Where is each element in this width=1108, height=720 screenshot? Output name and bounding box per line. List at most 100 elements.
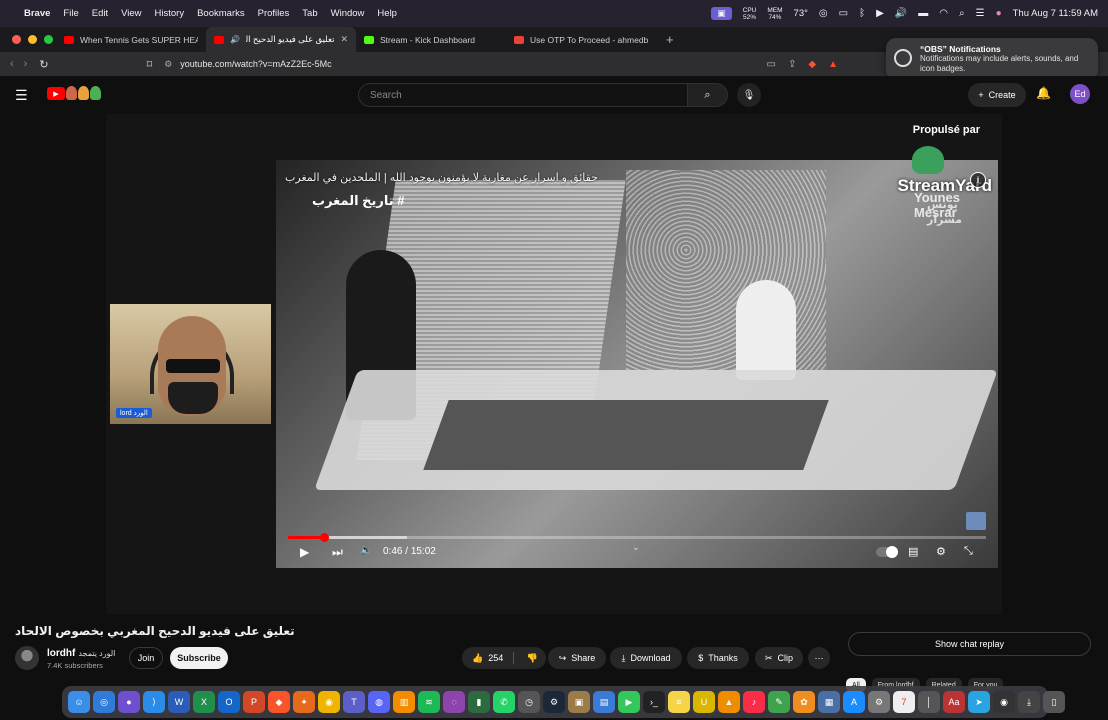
menubar-clock[interactable]: Thu Aug 7 11:59 AM <box>1013 8 1098 19</box>
menu-file[interactable]: File <box>63 8 78 19</box>
youtube-doodle-logo[interactable] <box>66 86 101 100</box>
compass-icon[interactable]: ◎ <box>819 8 828 19</box>
clip-button[interactable]: ✂ Clip <box>755 647 803 669</box>
battery-icon[interactable]: ▬ <box>918 8 928 19</box>
channel-avatar[interactable] <box>15 646 39 670</box>
settings-gear-icon[interactable]: ⚙ <box>936 545 946 558</box>
teams-icon[interactable]: T <box>343 691 365 713</box>
show-chat-replay-button[interactable]: Show chat replay <box>848 632 1091 656</box>
powerpoint-icon[interactable]: P <box>243 691 265 713</box>
mem-stat[interactable]: MEM 74% <box>767 7 782 21</box>
menu-profiles[interactable]: Profiles <box>258 8 290 19</box>
trash-icon[interactable]: ▯ <box>1043 691 1065 713</box>
new-tab-button[interactable]: + <box>666 32 674 47</box>
more-actions-button[interactable]: ⋯ <box>808 647 830 669</box>
share-page-icon[interactable]: ⇪ <box>788 59 796 70</box>
hamburger-menu-icon[interactable]: ☰ <box>15 87 28 104</box>
subtitles-button[interactable]: ▤ <box>908 545 918 558</box>
close-tab-icon[interactable]: ✕ <box>340 34 348 45</box>
minimize-window-button[interactable] <box>28 35 37 44</box>
info-icon[interactable]: i <box>970 172 986 188</box>
share-button[interactable]: ↪ Share <box>548 647 606 669</box>
system-settings-icon[interactable]: ⚙ <box>868 691 890 713</box>
control-center-icon[interactable]: ☰ <box>976 8 985 19</box>
tab-current-video[interactable]: 🔊 تعليق على فيديو الدحيح المغربي ✕ <box>206 27 356 52</box>
mute-button[interactable]: 🔈 <box>360 545 372 556</box>
brave-icon[interactable]: ◆ <box>268 691 290 713</box>
spotlight-search-icon[interactable]: ⌕ <box>959 8 965 19</box>
reload-button[interactable]: ↻ <box>39 58 48 71</box>
wifi-icon[interactable]: ◠ <box>939 8 948 19</box>
tab-tennis[interactable]: When Tennis Gets SUPER HEATED <box>56 27 206 52</box>
whatsapp-icon[interactable]: ✆ <box>493 691 515 713</box>
chevron-down-icon[interactable]: ⌄ <box>632 542 640 553</box>
tab-gmail-otp[interactable]: Use OTP To Proceed - ahmedbou <box>506 27 656 52</box>
steam-icon[interactable]: ⚙ <box>543 691 565 713</box>
bluetooth-icon[interactable]: ᛒ <box>859 8 865 19</box>
podcasts-icon[interactable]: ◌ <box>443 691 465 713</box>
obs-notification-toast[interactable]: “OBS” Notifications Notifications may in… <box>886 38 1098 80</box>
thanks-button[interactable]: $ Thanks <box>687 647 749 669</box>
terminal-green-icon[interactable]: ▮ <box>468 691 490 713</box>
discord-icon[interactable]: ◍ <box>368 691 390 713</box>
telegram-icon[interactable]: ➤ <box>968 691 990 713</box>
next-button[interactable]: ⏭ <box>332 545 343 560</box>
play-button[interactable]: ▶ <box>300 545 309 559</box>
temperature-stat[interactable]: 73° <box>794 8 808 19</box>
cast-icon[interactable]: ▭ <box>767 59 776 70</box>
photos-icon[interactable]: ✿ <box>793 691 815 713</box>
menu-help[interactable]: Help <box>377 8 397 19</box>
folder-icon[interactable]: ▤ <box>593 691 615 713</box>
channel-name[interactable]: lordhf الورد يتمجد <box>47 648 115 659</box>
music-icon[interactable]: ♪ <box>743 691 765 713</box>
close-window-button[interactable] <box>12 35 21 44</box>
autoplay-toggle[interactable] <box>876 546 898 558</box>
search-input[interactable] <box>370 89 676 101</box>
url-field[interactable]: youtube.com/watch?v=mAzZ2Ec-5Mc <box>180 59 331 69</box>
dislike-button[interactable]: 👎 <box>519 647 546 669</box>
video-frame[interactable]: حقائق و اسرار عن مغاربة لا يؤمنون بوجود … <box>276 160 998 568</box>
menu-edit[interactable]: Edit <box>92 8 108 19</box>
menu-view[interactable]: View <box>121 8 141 19</box>
clock-icon[interactable]: ◷ <box>518 691 540 713</box>
vlc-icon[interactable]: ▲ <box>718 691 740 713</box>
notifications-bell-icon[interactable]: 🔔 <box>1036 86 1051 100</box>
menu-window[interactable]: Window <box>331 8 365 19</box>
play-icon[interactable]: ▶ <box>876 8 884 19</box>
brave-rewards-icon[interactable]: ▲ <box>828 59 838 70</box>
menu-tab[interactable]: Tab <box>302 8 317 19</box>
books-icon[interactable]: ▥ <box>393 691 415 713</box>
word-icon[interactable]: W <box>168 691 190 713</box>
outlook-icon[interactable]: O <box>218 691 240 713</box>
dictionary-icon[interactable]: Aa <box>943 691 965 713</box>
scrubber-knob[interactable] <box>319 533 329 542</box>
zoom-window-button[interactable] <box>44 35 53 44</box>
downloads-icon[interactable]: ⤓ <box>1018 691 1040 713</box>
volume-icon[interactable]: 🔊 <box>895 8 907 19</box>
terminal-icon[interactable]: ›_ <box>643 691 665 713</box>
youtube-logo-icon[interactable]: ▶ <box>47 87 65 100</box>
vscode-icon[interactable]: ⟩ <box>143 691 165 713</box>
notes-icon[interactable]: ≡ <box>668 691 690 713</box>
display-icon[interactable]: ▭ <box>839 8 848 19</box>
spotify-icon[interactable]: ≋ <box>418 691 440 713</box>
calendar-icon[interactable]: 7 <box>893 691 915 713</box>
app-store-icon[interactable]: A <box>843 691 865 713</box>
chrome-icon[interactable]: ◉ <box>318 691 340 713</box>
site-settings-icon[interactable]: ⚙ <box>164 59 172 70</box>
obs-icon[interactable]: ◉ <box>993 691 1015 713</box>
join-button[interactable]: Join <box>129 647 163 669</box>
swift-icon[interactable]: ✦ <box>293 691 315 713</box>
facetime-icon[interactable]: ▶ <box>618 691 640 713</box>
menu-bookmarks[interactable]: Bookmarks <box>197 8 245 19</box>
archive-icon[interactable]: ▣ <box>568 691 590 713</box>
video-player[interactable]: Propulsé par lord الورد حقائق و اسرار عن… <box>106 114 1002 614</box>
menu-app-name[interactable]: Brave <box>24 8 50 19</box>
kick-app-icon[interactable]: U <box>693 691 715 713</box>
excel-icon[interactable]: X <box>193 691 215 713</box>
back-button[interactable]: ‹ <box>10 58 14 70</box>
cpu-stat[interactable]: CPU 52% <box>743 7 757 21</box>
voice-search-button[interactable]: 🎙 <box>737 83 761 107</box>
github-icon[interactable]: ● <box>118 691 140 713</box>
forward-button[interactable]: › <box>24 58 28 70</box>
